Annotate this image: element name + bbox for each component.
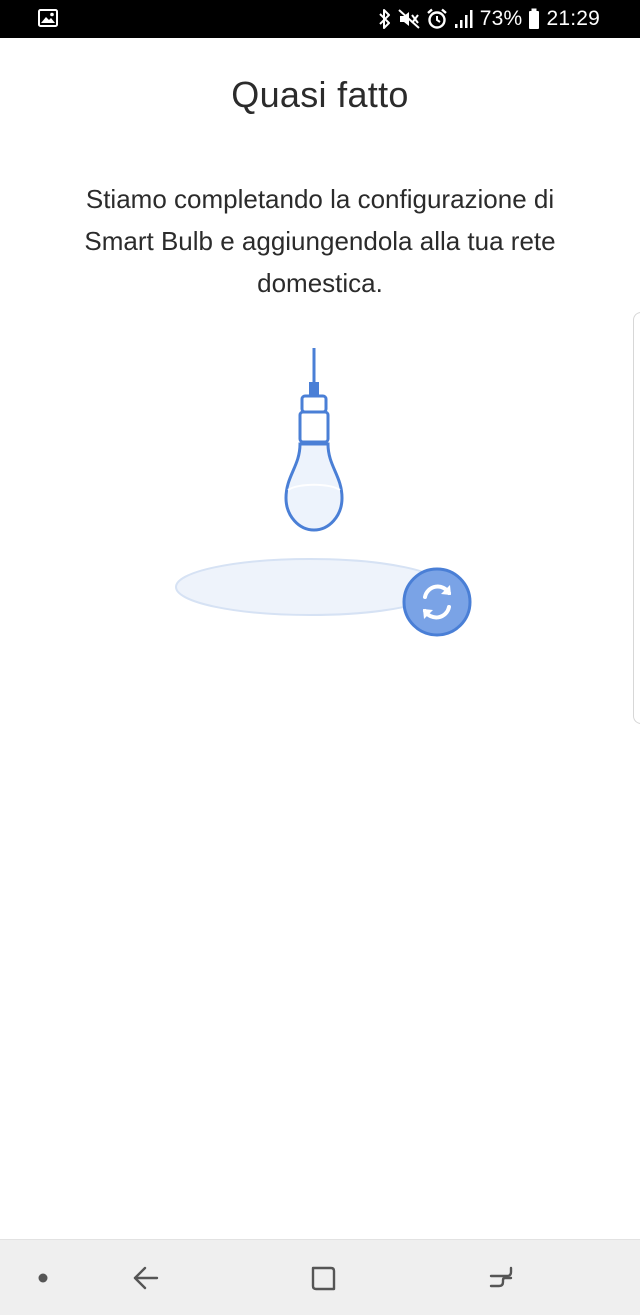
mute-icon [398, 9, 420, 29]
status-bar: 73% 21:29 [0, 0, 640, 38]
home-button[interactable] [296, 1240, 350, 1315]
light-bulb-icon [284, 348, 344, 532]
signal-icon [454, 9, 474, 29]
bluetooth-icon [378, 8, 392, 30]
page-title: Quasi fatto [231, 74, 409, 115]
battery-icon [528, 8, 540, 30]
recent-dot-icon [28, 1240, 58, 1315]
status-indicators: 73% 21:29 [378, 0, 600, 38]
clock: 21:29 [546, 7, 600, 30]
navigation-bar [0, 1239, 640, 1315]
back-icon [133, 1266, 159, 1289]
recents-button[interactable] [474, 1240, 528, 1315]
edge-panel-handle[interactable] [633, 312, 640, 724]
screen: 73% 21:29 Quasi fatto Stiamo completando… [0, 0, 640, 1315]
recents-icon [489, 1266, 513, 1287]
back-button[interactable] [118, 1240, 172, 1315]
gallery-notification-icon [38, 9, 58, 32]
setup-illustration [0, 340, 640, 660]
sync-icon [402, 567, 472, 637]
alarm-icon [426, 8, 448, 30]
home-icon [311, 1266, 336, 1290]
page-description: Stiamo completando la configurazione di … [84, 184, 556, 298]
battery-percent: 73% [479, 7, 523, 30]
